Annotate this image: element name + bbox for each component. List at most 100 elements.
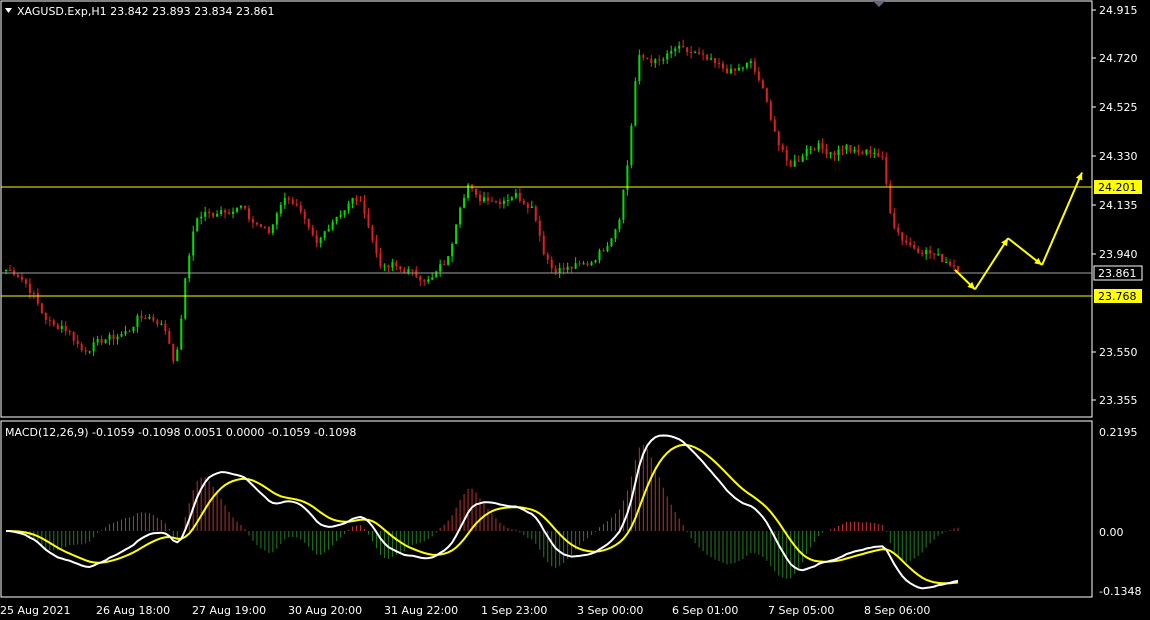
- candle-body: [303, 211, 306, 220]
- candle-body: [144, 318, 147, 320]
- candle-body: [283, 198, 286, 205]
- candle-body: [212, 212, 215, 217]
- current-price-tag: 23.861: [1093, 265, 1143, 281]
- candle-body: [311, 227, 314, 236]
- macd-layer: [5, 434, 959, 590]
- candle-body: [494, 201, 497, 203]
- macd-signal-line: [6, 443, 959, 585]
- candle-body: [785, 150, 788, 161]
- candle-body: [833, 152, 836, 156]
- candle-body: [431, 277, 434, 280]
- projection-arrows[interactable]: [954, 172, 1083, 291]
- candle-body: [861, 152, 864, 154]
- candle-body: [562, 268, 565, 270]
- candle-body: [220, 210, 223, 214]
- dropdown-triangle-icon[interactable]: [5, 8, 12, 13]
- candle-body: [32, 292, 35, 294]
- candle-body: [710, 58, 713, 60]
- candle-body: [869, 149, 872, 154]
- chart-shift-marker-icon[interactable]: [873, 1, 885, 7]
- projection-segment: [1041, 172, 1083, 266]
- candle-body: [829, 152, 832, 155]
- price-tick: 24.330: [1099, 150, 1138, 163]
- candle-body: [889, 183, 892, 213]
- candle-body: [387, 265, 390, 268]
- candle-body: [510, 197, 513, 201]
- price-chart[interactable]: XAGUSD.Exp,H1 23.842 23.893 23.834 23.86…: [0, 0, 1150, 620]
- macd-tick: -0.1348: [1099, 585, 1141, 598]
- candle-body: [602, 250, 605, 252]
- candle-body: [490, 200, 493, 202]
- candle-body: [64, 325, 67, 332]
- candle-body: [550, 259, 553, 269]
- candle-body: [813, 148, 816, 150]
- candle-body: [566, 266, 569, 270]
- time-tick: 7 Sep 05:00: [768, 604, 834, 617]
- candle-body: [518, 192, 521, 201]
- time-tick: 26 Aug 18:00: [96, 604, 170, 617]
- candle-body: [251, 219, 254, 223]
- candle-body: [534, 206, 537, 221]
- candle-body: [88, 351, 91, 353]
- candle-body: [355, 197, 358, 201]
- candle-body: [682, 45, 685, 48]
- candle-body: [674, 48, 677, 52]
- candle-body: [761, 80, 764, 89]
- candle-body: [773, 119, 776, 132]
- candle-body: [953, 265, 956, 267]
- candle-body: [933, 253, 936, 255]
- candle-body: [172, 343, 175, 362]
- candle-body: [188, 255, 191, 279]
- candle-body: [224, 210, 227, 213]
- candle-body: [745, 62, 748, 68]
- candle-body: [598, 250, 601, 261]
- candle-body: [391, 262, 394, 268]
- candle-body: [180, 318, 183, 350]
- macd-tick: 0.00: [1099, 526, 1124, 539]
- candle-body: [160, 323, 163, 325]
- candle-body: [184, 278, 187, 319]
- price-tick: 24.135: [1099, 199, 1138, 212]
- candle-body: [646, 57, 649, 59]
- candle-body: [749, 61, 752, 63]
- candle-body: [658, 59, 661, 61]
- candle-body: [666, 53, 669, 60]
- candle-body: [901, 232, 904, 241]
- candle-body: [132, 326, 135, 332]
- candle-body: [546, 254, 549, 260]
- candle-body: [327, 229, 330, 232]
- macd-tick: 0.2195: [1099, 426, 1138, 439]
- candle-body: [367, 213, 370, 227]
- candle-body: [590, 262, 593, 266]
- candle-body: [769, 101, 772, 120]
- candle-body: [263, 226, 266, 228]
- candle-body: [112, 334, 115, 340]
- candle-body: [618, 219, 621, 230]
- candle-body: [885, 157, 888, 184]
- candle-body: [586, 263, 589, 266]
- price-tick: 24.525: [1099, 101, 1138, 114]
- candle-body: [136, 315, 139, 327]
- candle-body: [479, 194, 482, 202]
- upper-level-value: 24.201: [1098, 181, 1137, 194]
- candle-body: [634, 81, 637, 126]
- candle-body: [204, 211, 207, 217]
- candle-body: [379, 253, 382, 267]
- candle-body: [319, 237, 322, 244]
- candle-body: [841, 149, 844, 151]
- candle-body: [152, 316, 155, 321]
- price-tick: 23.550: [1099, 346, 1138, 359]
- candle-body: [20, 276, 23, 280]
- candle-body: [729, 68, 732, 74]
- price-tick: 24.720: [1099, 52, 1138, 65]
- candle-body: [482, 197, 485, 202]
- candle-body: [60, 325, 63, 329]
- candle-body: [654, 59, 657, 64]
- time-tick: 6 Sep 01:00: [672, 604, 738, 617]
- candle-body: [821, 143, 824, 149]
- price-tick: 24.915: [1099, 4, 1138, 17]
- candle-body: [614, 229, 617, 239]
- candle-body: [542, 235, 545, 255]
- candle-body: [626, 165, 629, 190]
- candle-body: [383, 265, 386, 267]
